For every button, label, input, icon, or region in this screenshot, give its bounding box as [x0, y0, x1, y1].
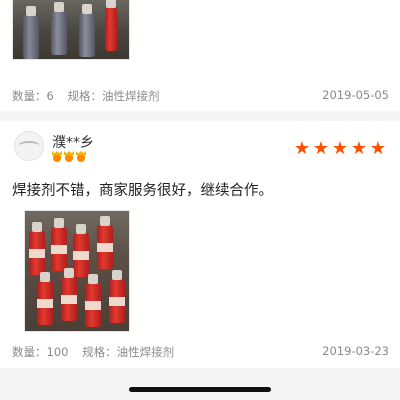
spec-label: 规格： [67, 89, 102, 103]
user-avatar-icon [18, 141, 40, 151]
spec-info: 规格：油性焊接剂 [82, 345, 174, 359]
quantity-label: 数量： [12, 89, 47, 103]
spec-label: 规格： [82, 345, 117, 359]
product-image-detail [61, 268, 77, 321]
star-icon: ★ [293, 138, 311, 159]
quantity-info: 数量：100 [12, 345, 68, 359]
vip-crown-badge-icon [52, 151, 62, 162]
product-image-detail [85, 274, 101, 327]
vip-badges [52, 151, 86, 162]
review-photo[interactable] [24, 210, 130, 332]
quantity-info: 数量：6 [12, 89, 54, 103]
section-divider [0, 368, 400, 400]
quantity-value: 6 [46, 89, 54, 103]
product-image-detail [37, 272, 53, 325]
review-date: 2019-05-05 [322, 88, 389, 102]
product-image-detail [109, 270, 125, 323]
star-icon: ★ [350, 138, 368, 159]
star-rating: ★ ★ ★ ★ ★ [293, 140, 387, 158]
review-date: 2019-03-23 [322, 344, 389, 358]
avatar[interactable] [14, 131, 44, 161]
star-icon: ★ [331, 138, 349, 159]
vip-crown-badge-icon [76, 151, 86, 162]
spec-value: 油性焊接剂 [101, 89, 160, 103]
order-info: 数量：100 规格：油性焊接剂 [12, 344, 184, 360]
vip-crown-badge-icon [64, 151, 74, 162]
review-text: 焊接剂不错，商家服务很好，继续合作。 [12, 183, 273, 199]
star-icon: ★ [369, 138, 387, 159]
username: 濮**乡 [52, 135, 94, 151]
product-image-detail [73, 224, 89, 277]
order-info: 数量：6 规格：油性焊接剂 [12, 88, 169, 104]
spec-info: 规格：油性焊接剂 [67, 89, 159, 103]
spec-value: 油性焊接剂 [116, 345, 175, 359]
review-photo[interactable] [12, 0, 130, 60]
product-image-detail [79, 4, 95, 57]
product-image-detail [29, 222, 45, 275]
quantity-label: 数量： [12, 345, 47, 359]
quantity-value: 100 [46, 345, 69, 359]
product-image-detail [105, 0, 117, 51]
product-image-detail [23, 6, 39, 59]
star-icon: ★ [312, 138, 330, 159]
section-divider [0, 111, 400, 121]
home-indicator[interactable] [129, 387, 271, 392]
product-image-detail [97, 216, 113, 269]
product-image-detail [51, 2, 67, 55]
product-image-detail [51, 218, 67, 271]
